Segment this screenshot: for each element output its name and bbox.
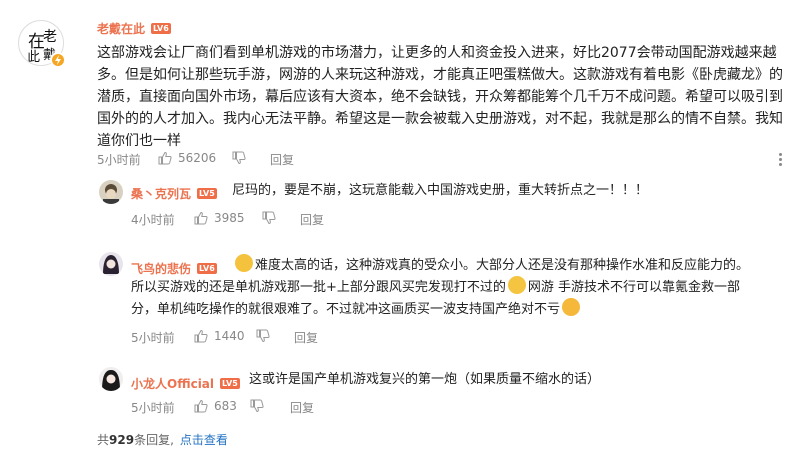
thumbs-up-icon <box>194 399 208 413</box>
thumbs-up-icon <box>194 329 208 343</box>
comment-time: 5小时前 <box>97 153 141 167</box>
reply-text-line-3: 分，单机纯吃操作的就很艰难了。不过就冲这画质买一波支持国产绝对不亏 <box>131 298 582 321</box>
verified-badge-icon <box>50 52 66 68</box>
comment-time: 4小时前 <box>131 213 175 227</box>
reply-text: 尼玛的，要是不崩，这玩意能载入中国游戏史册，重大转折点之一！！！ <box>232 183 649 198</box>
reply-header-3: 小龙人Official LV5 <box>131 373 240 392</box>
like-count: 1440 <box>214 329 245 343</box>
like-button[interactable]: 683 <box>194 399 237 413</box>
dislike-button[interactable] <box>256 329 276 343</box>
reply-header-2: 飞鸟的悲伤 LV6 <box>131 258 217 277</box>
thumbs-down-icon <box>232 151 246 165</box>
level-badge: LV5 <box>220 378 240 389</box>
reply-username[interactable]: 桑丶克列瓦 <box>131 187 191 201</box>
thumbs-down-icon <box>256 329 270 343</box>
thumbs-up-icon <box>158 151 172 165</box>
reply-button[interactable]: 回复 <box>290 399 314 416</box>
like-button[interactable]: 56206 <box>158 151 216 165</box>
reply-text-line-1: 难度太高的话，这种游戏真的受众小。大部分人还是没有那种操作水准和反应能力的。 <box>233 254 749 277</box>
like-count: 683 <box>214 399 237 413</box>
svg-text:此: 此 <box>27 50 40 65</box>
like-count: 56206 <box>178 151 217 165</box>
dislike-button[interactable] <box>232 151 252 165</box>
comment-time: 5小时前 <box>131 401 175 415</box>
reply-username[interactable]: 小龙人Official <box>131 377 214 391</box>
level-badge: LV6 <box>151 23 171 34</box>
thumbs-down-icon <box>250 399 264 413</box>
shocked-emoji-icon <box>562 298 581 316</box>
reply-total-count: 929 <box>109 433 135 447</box>
svg-text:老: 老 <box>43 29 57 45</box>
like-count: 3985 <box>214 211 245 225</box>
reply-avatar-3[interactable] <box>99 367 123 391</box>
more-options-icon[interactable] <box>779 153 783 168</box>
reply-button[interactable]: 回复 <box>270 151 294 168</box>
reply-username[interactable]: 飞鸟的悲伤 <box>131 262 191 276</box>
dog-emoji-icon <box>235 254 253 272</box>
thumbs-down-icon <box>262 211 276 225</box>
reply-meta-3: 5小时前 683 回复 <box>131 399 431 415</box>
like-button[interactable]: 3985 <box>194 211 245 225</box>
dislike-button[interactable] <box>262 211 282 225</box>
main-commenter-header: 老戴在此 LV6 <box>97 18 171 37</box>
smile-emoji-icon <box>507 276 526 294</box>
reply-meta-2: 5小时前 1440 回复 <box>131 329 431 345</box>
dislike-button[interactable] <box>250 399 270 413</box>
reply-avatar-2[interactable] <box>99 252 123 276</box>
reply-avatar-1[interactable] <box>99 180 123 204</box>
level-badge: LV6 <box>197 263 217 274</box>
main-comment-meta: 5小时前 56206 回复 <box>97 151 397 167</box>
reply-text-line-2: 所以买游戏的还是单机游戏那一批+上部分跟风买完发现打不过的 网游 手游技术不行可以… <box>131 276 740 299</box>
view-more-replies-link[interactable]: 点击查看 <box>180 433 228 447</box>
reply-button[interactable]: 回复 <box>294 329 318 346</box>
like-button[interactable]: 1440 <box>194 329 245 343</box>
reply-header-1: 桑丶克列瓦 LV5 <box>131 183 217 202</box>
main-commenter-username[interactable]: 老戴在此 <box>97 22 145 36</box>
reply-count-footer: 共929条回复, 点击查看 <box>97 433 228 447</box>
main-comment-text: 这部游戏会让厂商们看到单机游戏的市场潜力，让更多的人和资金投入进来，好比2077… <box>97 45 783 149</box>
reply-text: 这或许是国产单机游戏复兴的第一炮（如果质量不缩水的话） <box>249 372 601 387</box>
level-badge: LV5 <box>197 188 217 199</box>
reply-meta-1: 4小时前 3985 回复 <box>131 211 431 227</box>
comment-time: 5小时前 <box>131 331 175 345</box>
thumbs-up-icon <box>194 211 208 225</box>
reply-button[interactable]: 回复 <box>300 211 324 228</box>
